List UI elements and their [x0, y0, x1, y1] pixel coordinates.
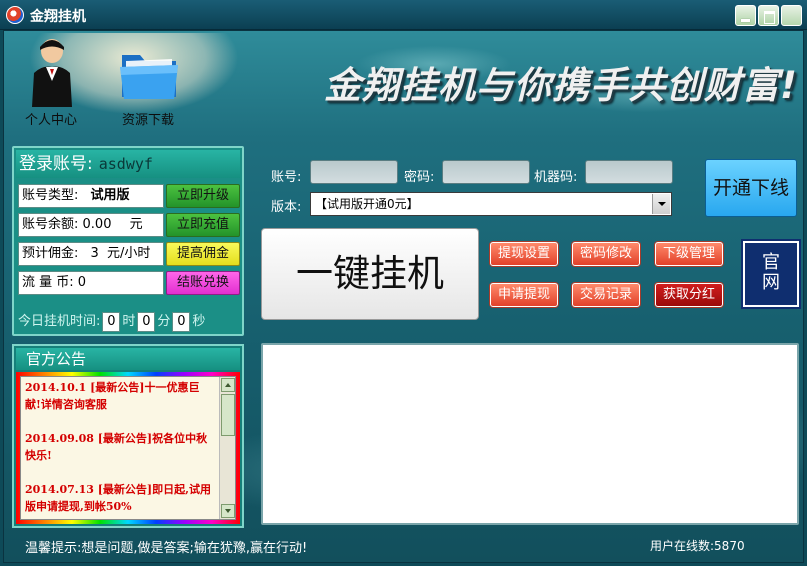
close-button[interactable] [781, 5, 802, 26]
machine-code-label: 机器码: [534, 170, 578, 185]
scroll-down-arrow-icon[interactable] [221, 504, 235, 518]
apply-withdraw-button[interactable]: 申请提现 [490, 283, 558, 307]
change-password-button[interactable]: 密码修改 [572, 242, 640, 266]
account-panel: 登录账号: asdwyf 账号类型: 试用版 立即升级 账号余额: 0.00 元 … [12, 146, 244, 336]
maximize-button[interactable] [758, 5, 779, 26]
folder-icon [120, 55, 178, 99]
online-users-label: 用户在线数: [650, 539, 715, 553]
user-center-button[interactable]: 个人中心 [16, 31, 86, 128]
announcement-scrollbar[interactable] [219, 377, 235, 519]
get-dividend-button[interactable]: 获取分红 [655, 283, 723, 307]
scroll-thumb[interactable] [221, 394, 235, 436]
balance-unit: 元 [129, 217, 143, 232]
minutes-field: 0 [137, 311, 156, 332]
login-username: asdwyf [98, 155, 153, 173]
official-site-label-1: 官 [762, 252, 780, 273]
coins-label: 流 量 币: [22, 275, 74, 290]
announcement-title: 官方公告 [16, 348, 240, 370]
main-panel: 金翔挂机与你携手共创财富! 个人中心 资源下载 登录账号: asdwyf 账号类型… [3, 30, 804, 563]
commission-unit: 元/小时 [106, 246, 151, 261]
online-users-value: 5870 [714, 539, 745, 553]
open-downline-button[interactable]: 开通下线 [705, 159, 797, 217]
exchange-button[interactable]: 结账兑换 [166, 271, 240, 295]
app-logo-icon [6, 6, 24, 24]
window-title: 金翔挂机 [30, 9, 86, 25]
download-resources-button[interactable]: 资源下载 [108, 31, 188, 128]
password-input[interactable] [442, 160, 530, 184]
announcement-list: 2014.10.1 [最新公告]十一优惠巨献!详情咨询客服 2014.09.08… [25, 379, 215, 519]
version-select[interactable]: 【试用版开通0元】 [310, 192, 672, 216]
version-label: 版本: [271, 200, 302, 215]
commission-value: 3 [90, 246, 99, 261]
hours-field: 0 [102, 311, 121, 332]
login-header: 登录账号: asdwyf [16, 150, 240, 178]
announcement-item: 2014.09.08 [最新公告]祝各位中秋快乐! [25, 432, 208, 462]
commission-label: 预计佣金: [22, 246, 79, 261]
user-center-label: 个人中心 [24, 113, 77, 128]
announcement-item: 2014.07.13 [最新公告]即日起,试用版申请提现,到帐50% [25, 483, 211, 513]
log-output-area[interactable] [261, 343, 799, 525]
announcement-frame: 2014.10.1 [最新公告]十一优惠巨献!详情咨询客服 2014.09.08… [16, 372, 240, 524]
online-time-row: 今日挂机时间: 0 时 0 分 0 秒 [18, 311, 242, 333]
withdraw-settings-button[interactable]: 提现设置 [490, 242, 558, 266]
balance-row: 账号余额: 0.00 元 [18, 213, 164, 237]
password-field-label: 密码: [404, 170, 435, 185]
announcement-panel: 官方公告 2014.10.1 [最新公告]十一优惠巨献!详情咨询客服 2014.… [12, 344, 244, 528]
balance-value: 0.00 [82, 217, 112, 232]
account-type-row: 账号类型: 试用版 [18, 184, 164, 208]
online-time-label: 今日挂机时间: [18, 314, 101, 329]
login-label: 登录账号: [19, 154, 93, 174]
transaction-records-button[interactable]: 交易记录 [572, 283, 640, 307]
official-site-button[interactable]: 官 网 [743, 241, 799, 307]
account-type-label: 账号类型: [22, 188, 79, 203]
seconds-field: 0 [172, 311, 191, 332]
chevron-down-icon[interactable] [652, 194, 670, 214]
online-users-count: 用户在线数:5870 [650, 537, 745, 554]
machine-code-input[interactable] [585, 160, 673, 184]
minimize-button[interactable] [735, 5, 756, 26]
official-site-label-2: 网 [762, 272, 780, 293]
banner-slogan: 金翔挂机与你携手共创财富! [324, 64, 798, 107]
download-label: 资源下载 [121, 113, 174, 128]
commission-row: 预计佣金: 3 元/小时 [18, 242, 164, 266]
balance-label: 账号余额: [22, 217, 79, 232]
title-bar: 金翔挂机 [0, 0, 807, 30]
version-selected-value: 【试用版开通0元】 [315, 197, 419, 211]
hours-unit: 时 [122, 314, 136, 329]
coins-value: 0 [77, 275, 87, 290]
footer-tip: 温馨提示:想是问题,做是答案;输在犹豫,赢在行动! [25, 541, 308, 556]
announcement-item: 2014.10.1 [最新公告]十一优惠巨献!详情咨询客服 [25, 381, 200, 411]
account-type-value: 试用版 [90, 188, 130, 203]
announcement-box[interactable]: 2014.10.1 [最新公告]十一优惠巨献!详情咨询客服 2014.09.08… [20, 376, 236, 520]
coins-row: 流 量 币: 0 [18, 271, 164, 295]
recharge-button[interactable]: 立即充值 [166, 213, 240, 237]
minutes-unit: 分 [157, 314, 171, 329]
account-field-label: 账号: [271, 170, 302, 185]
scroll-up-arrow-icon[interactable] [221, 378, 235, 392]
downline-management-button[interactable]: 下级管理 [655, 242, 723, 266]
one-click-hangup-button[interactable]: 一键挂机 [261, 228, 479, 320]
seconds-unit: 秒 [192, 314, 206, 329]
raise-commission-button[interactable]: 提高佣金 [166, 242, 240, 266]
account-input[interactable] [310, 160, 398, 184]
user-avatar-icon [32, 39, 72, 107]
upgrade-button[interactable]: 立即升级 [166, 184, 240, 208]
